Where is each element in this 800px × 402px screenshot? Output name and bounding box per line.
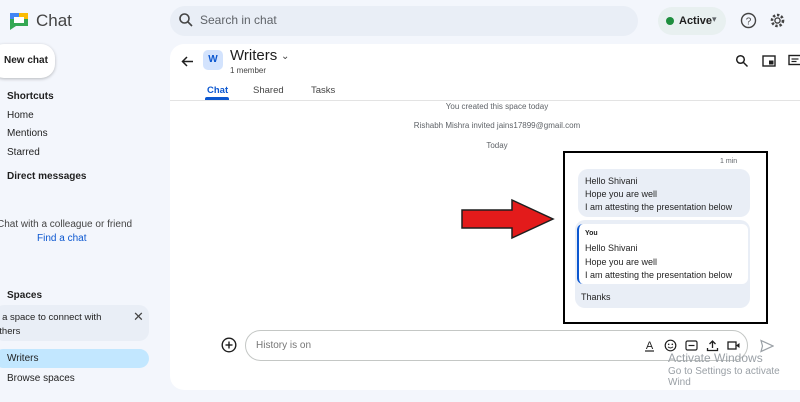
quoted-line: Hello Shivani: [585, 243, 638, 253]
find-a-chat-link[interactable]: Find a chat: [37, 233, 86, 244]
header-divider: [170, 100, 800, 101]
quoted-line: Hope you are well: [585, 257, 658, 267]
new-chat-button[interactable]: New chat: [0, 44, 55, 78]
red-arrow-annotation: [461, 198, 555, 240]
tab-shared[interactable]: Shared: [253, 85, 284, 96]
search-icon: [179, 13, 193, 27]
system-message: You created this space today: [445, 102, 549, 111]
chevron-down-icon: ▾: [712, 14, 717, 24]
svg-text:A: A: [646, 340, 654, 352]
sidebar-item-browse-spaces[interactable]: Browse spaces: [7, 373, 75, 384]
search-icon[interactable]: [735, 54, 749, 68]
space-name[interactable]: Writers: [230, 47, 277, 64]
help-icon[interactable]: ?: [740, 12, 757, 29]
message-timestamp: 1 min: [720, 158, 738, 165]
sidebar-item-writers[interactable]: Writers: [7, 353, 38, 364]
new-chat-label: New chat: [4, 55, 48, 66]
format-text-icon[interactable]: A: [643, 339, 656, 352]
system-message: Rishabh Mishra invited jains17899@gmail.…: [413, 121, 581, 130]
reply-text: Thanks: [581, 292, 611, 302]
sidebar-item-mentions[interactable]: Mentions: [7, 128, 48, 139]
threads-icon[interactable]: [788, 54, 800, 68]
chevron-down-icon[interactable]: ⌄: [281, 51, 289, 62]
dm-empty-text: Chat with a colleague or friend: [0, 219, 133, 230]
app-title: Chat: [36, 11, 72, 30]
message-line: Hope you are well: [585, 189, 658, 199]
close-icon[interactable]: ✕: [133, 309, 144, 325]
chat-logo-icon: [10, 13, 28, 30]
quoted-line: I am attesting the presentation below: [585, 270, 733, 280]
search-placeholder: Search in chat: [200, 13, 277, 27]
message-input[interactable]: [256, 340, 556, 351]
message-line: I am attesting the presentation below: [585, 202, 733, 212]
sidebar-item-starred[interactable]: Starred: [7, 147, 40, 158]
back-arrow-icon[interactable]: [181, 55, 194, 68]
sidebar-item-home[interactable]: Home: [7, 110, 34, 121]
gear-icon[interactable]: [769, 12, 786, 29]
member-count: 1 member: [230, 66, 267, 75]
picture-in-picture-icon[interactable]: [762, 54, 776, 68]
direct-messages-header: Direct messages: [7, 171, 87, 182]
windows-watermark-subtitle: Go to Settings to activate Wind: [668, 366, 780, 388]
windows-watermark-title: Activate Windows: [668, 351, 763, 365]
status-dot: [666, 17, 674, 25]
add-icon[interactable]: [221, 337, 237, 353]
status-label: Active: [679, 15, 713, 27]
spaces-header: Spaces: [7, 290, 43, 301]
message-line: Hello Shivani: [585, 176, 638, 186]
date-divider: Today: [486, 141, 508, 150]
svg-text:?: ?: [746, 16, 752, 27]
quote-author: You: [585, 230, 598, 237]
tab-tasks[interactable]: Tasks: [311, 85, 335, 96]
spaces-promo-text: Join a space to connect with others: [0, 312, 102, 337]
tab-chat[interactable]: Chat: [207, 85, 228, 96]
space-avatar: W: [203, 50, 223, 70]
shortcuts-header: Shortcuts: [7, 91, 54, 102]
